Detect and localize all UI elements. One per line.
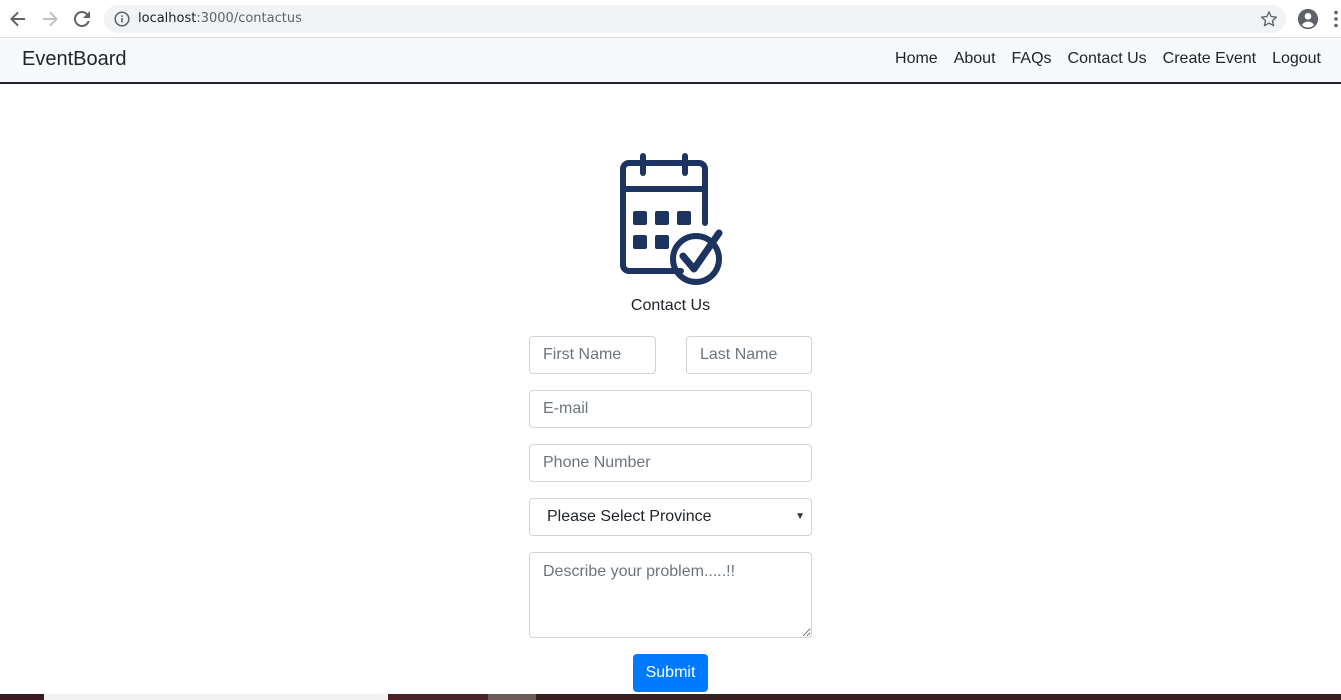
phone-input[interactable] xyxy=(529,444,812,482)
nav-faqs[interactable]: FAQs xyxy=(1012,50,1052,68)
url-text: localhost:3000/contactus xyxy=(138,11,302,26)
nav-create-event[interactable]: Create Event xyxy=(1163,50,1256,68)
email-input[interactable] xyxy=(529,390,812,428)
submit-button[interactable]: Submit xyxy=(633,654,708,692)
app-navbar: EventBoard Home About FAQs Contact Us Cr… xyxy=(0,38,1341,84)
nav-about[interactable]: About xyxy=(954,50,996,68)
star-icon[interactable] xyxy=(1260,10,1278,33)
province-select-value: Please Select Province xyxy=(547,508,712,525)
url-host: localhost xyxy=(138,11,197,26)
menu-icon[interactable] xyxy=(1333,10,1339,33)
brand-link[interactable]: EventBoard xyxy=(22,48,127,71)
problem-textarea[interactable] xyxy=(529,552,812,638)
chevron-down-icon: ▼ xyxy=(795,511,805,522)
calendar-check-icon xyxy=(619,153,723,295)
url-path: :3000/contactus xyxy=(196,11,302,26)
nav-logout[interactable]: Logout xyxy=(1272,50,1321,68)
browser-toolbar: localhost:3000/contactus xyxy=(0,0,1341,38)
reload-icon[interactable] xyxy=(71,8,93,30)
forward-arrow-icon[interactable] xyxy=(39,8,61,30)
profile-icon[interactable] xyxy=(1297,8,1319,35)
last-name-input[interactable] xyxy=(686,336,812,374)
info-icon[interactable] xyxy=(114,11,130,32)
nav-home[interactable]: Home xyxy=(895,50,938,68)
province-select[interactable]: Please Select Province ▼ xyxy=(529,498,812,536)
page-title: Contact Us xyxy=(630,297,711,314)
taskbar-strip xyxy=(0,694,1341,700)
first-name-input[interactable] xyxy=(529,336,656,374)
address-bar[interactable]: localhost:3000/contactus xyxy=(104,5,1286,33)
nav-links: Home About FAQs Contact Us Create Event … xyxy=(895,50,1321,68)
nav-contact-us[interactable]: Contact Us xyxy=(1068,50,1147,68)
back-arrow-icon[interactable] xyxy=(7,8,29,30)
